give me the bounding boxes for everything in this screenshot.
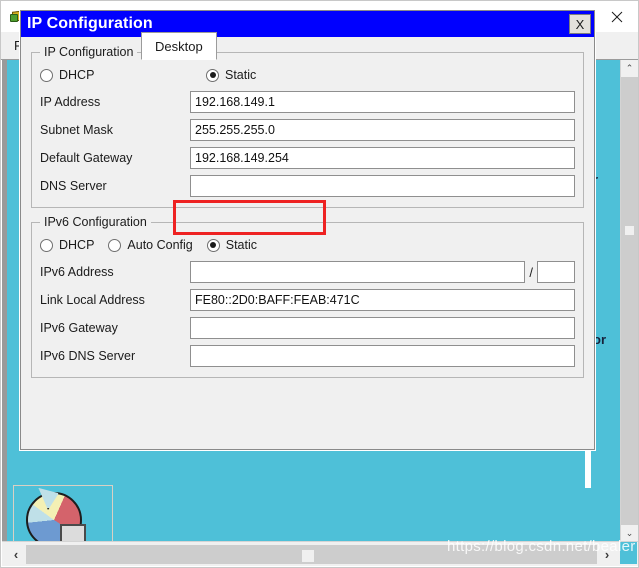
row-ipv6-dns-server: IPv6 DNS Server	[40, 343, 575, 369]
radio-label-ipv4-static: Static	[225, 68, 256, 82]
vertical-scroll-track[interactable]	[621, 77, 638, 525]
dialog-body: IP Configuration DHCP Static IP Address …	[21, 37, 594, 449]
radio-label-ipv6-auto-config: Auto Config	[127, 238, 192, 252]
horizontal-scroll-thumb[interactable]	[301, 549, 315, 563]
ipv6-prefix-separator: /	[529, 265, 533, 280]
scroll-right-arrow-icon[interactable]: ›	[597, 544, 617, 565]
ipv4-mode-row: DHCP Static	[40, 63, 575, 87]
label-ipv6-dns-server: IPv6 DNS Server	[40, 349, 190, 363]
radio-dot-ipv6-dhcp	[40, 239, 53, 252]
radio-dot-ipv6-static	[207, 239, 220, 252]
label-subnet-mask: Subnet Mask	[40, 123, 190, 137]
ipv6-group-legend: IPv6 Configuration	[40, 215, 151, 229]
input-ip-address[interactable]: 192.168.149.1	[190, 91, 575, 113]
radio-ipv4-static[interactable]: Static	[206, 68, 256, 82]
radio-dot-ipv6-auto-config	[108, 239, 121, 252]
application-window: PC1 Physical Config Desktop Custom Inter…	[0, 0, 639, 568]
radio-ipv6-auto-config[interactable]: Auto Config	[108, 238, 192, 252]
row-link-local-address: Link Local Address FE80::2D0:BAFF:FEAB:4…	[40, 287, 575, 313]
scroll-up-arrow-icon[interactable]: ⌃	[621, 60, 638, 77]
vertical-scrollbar[interactable]: ⌃ ⌄	[620, 60, 637, 542]
dialog-close-button[interactable]: X	[569, 14, 591, 34]
input-link-local-address[interactable]: FE80::2D0:BAFF:FEAB:471C	[190, 289, 575, 311]
close-button[interactable]	[594, 1, 639, 32]
row-default-gateway: Default Gateway 192.168.149.254	[40, 145, 575, 171]
row-ipv6-address: IPv6 Address /	[40, 259, 575, 285]
input-subnet-mask[interactable]: 255.255.255.0	[190, 119, 575, 141]
input-ipv6-address[interactable]	[190, 261, 525, 283]
ipv4-configuration-group: IP Configuration DHCP Static IP Address …	[31, 52, 584, 208]
row-subnet-mask: Subnet Mask 255.255.255.0	[40, 117, 575, 143]
radio-ipv6-dhcp[interactable]: DHCP	[40, 238, 94, 252]
row-ip-address: IP Address 192.168.149.1	[40, 89, 575, 115]
row-dns-server: DNS Server	[40, 173, 575, 199]
dialog-title: IP Configuration	[27, 15, 153, 33]
scroll-left-arrow-icon[interactable]: ‹	[6, 544, 26, 565]
label-ip-address: IP Address	[40, 95, 190, 109]
desktop-icon-pie-chart[interactable]	[14, 486, 112, 542]
tab-desktop[interactable]: Desktop	[141, 32, 217, 60]
scroll-down-arrow-icon[interactable]: ⌄	[621, 525, 638, 542]
radio-ipv4-dhcp[interactable]: DHCP	[40, 68, 200, 82]
dialog-titlebar: IP Configuration X	[21, 11, 594, 37]
ipv6-configuration-group: IPv6 Configuration DHCP Auto Config Stat…	[31, 222, 584, 378]
ipv6-mode-row: DHCP Auto Config Static	[40, 233, 575, 257]
vertical-scroll-thumb[interactable]	[624, 225, 635, 236]
ip-configuration-dialog: IP Configuration X IP Configuration DHCP…	[20, 10, 595, 450]
radio-label-ipv4-dhcp: DHCP	[59, 68, 94, 82]
input-ipv6-gateway[interactable]	[190, 317, 575, 339]
row-ipv6-gateway: IPv6 Gateway	[40, 315, 575, 341]
input-dns-server[interactable]	[190, 175, 575, 197]
radio-label-ipv6-dhcp: DHCP	[59, 238, 94, 252]
document-icon	[60, 524, 86, 542]
input-default-gateway[interactable]: 192.168.149.254	[190, 147, 575, 169]
label-default-gateway: Default Gateway	[40, 151, 190, 165]
input-ipv6-dns-server[interactable]	[190, 345, 575, 367]
label-dns-server: DNS Server	[40, 179, 190, 193]
ipv4-group-legend: IP Configuration	[40, 45, 137, 59]
label-ipv6-address: IPv6 Address	[40, 265, 190, 279]
horizontal-scrollbar[interactable]: ‹ ›	[2, 541, 639, 566]
radio-dot-ipv4-dhcp	[40, 69, 53, 82]
radio-dot-ipv4-static	[206, 69, 219, 82]
radio-ipv6-static[interactable]: Static	[207, 238, 257, 252]
label-ipv6-gateway: IPv6 Gateway	[40, 321, 190, 335]
horizontal-scroll-track[interactable]	[26, 545, 597, 564]
scrollbar-corner	[620, 542, 637, 564]
input-ipv6-prefix-length[interactable]	[537, 261, 575, 283]
radio-label-ipv6-static: Static	[226, 238, 257, 252]
label-link-local-address: Link Local Address	[40, 293, 190, 307]
